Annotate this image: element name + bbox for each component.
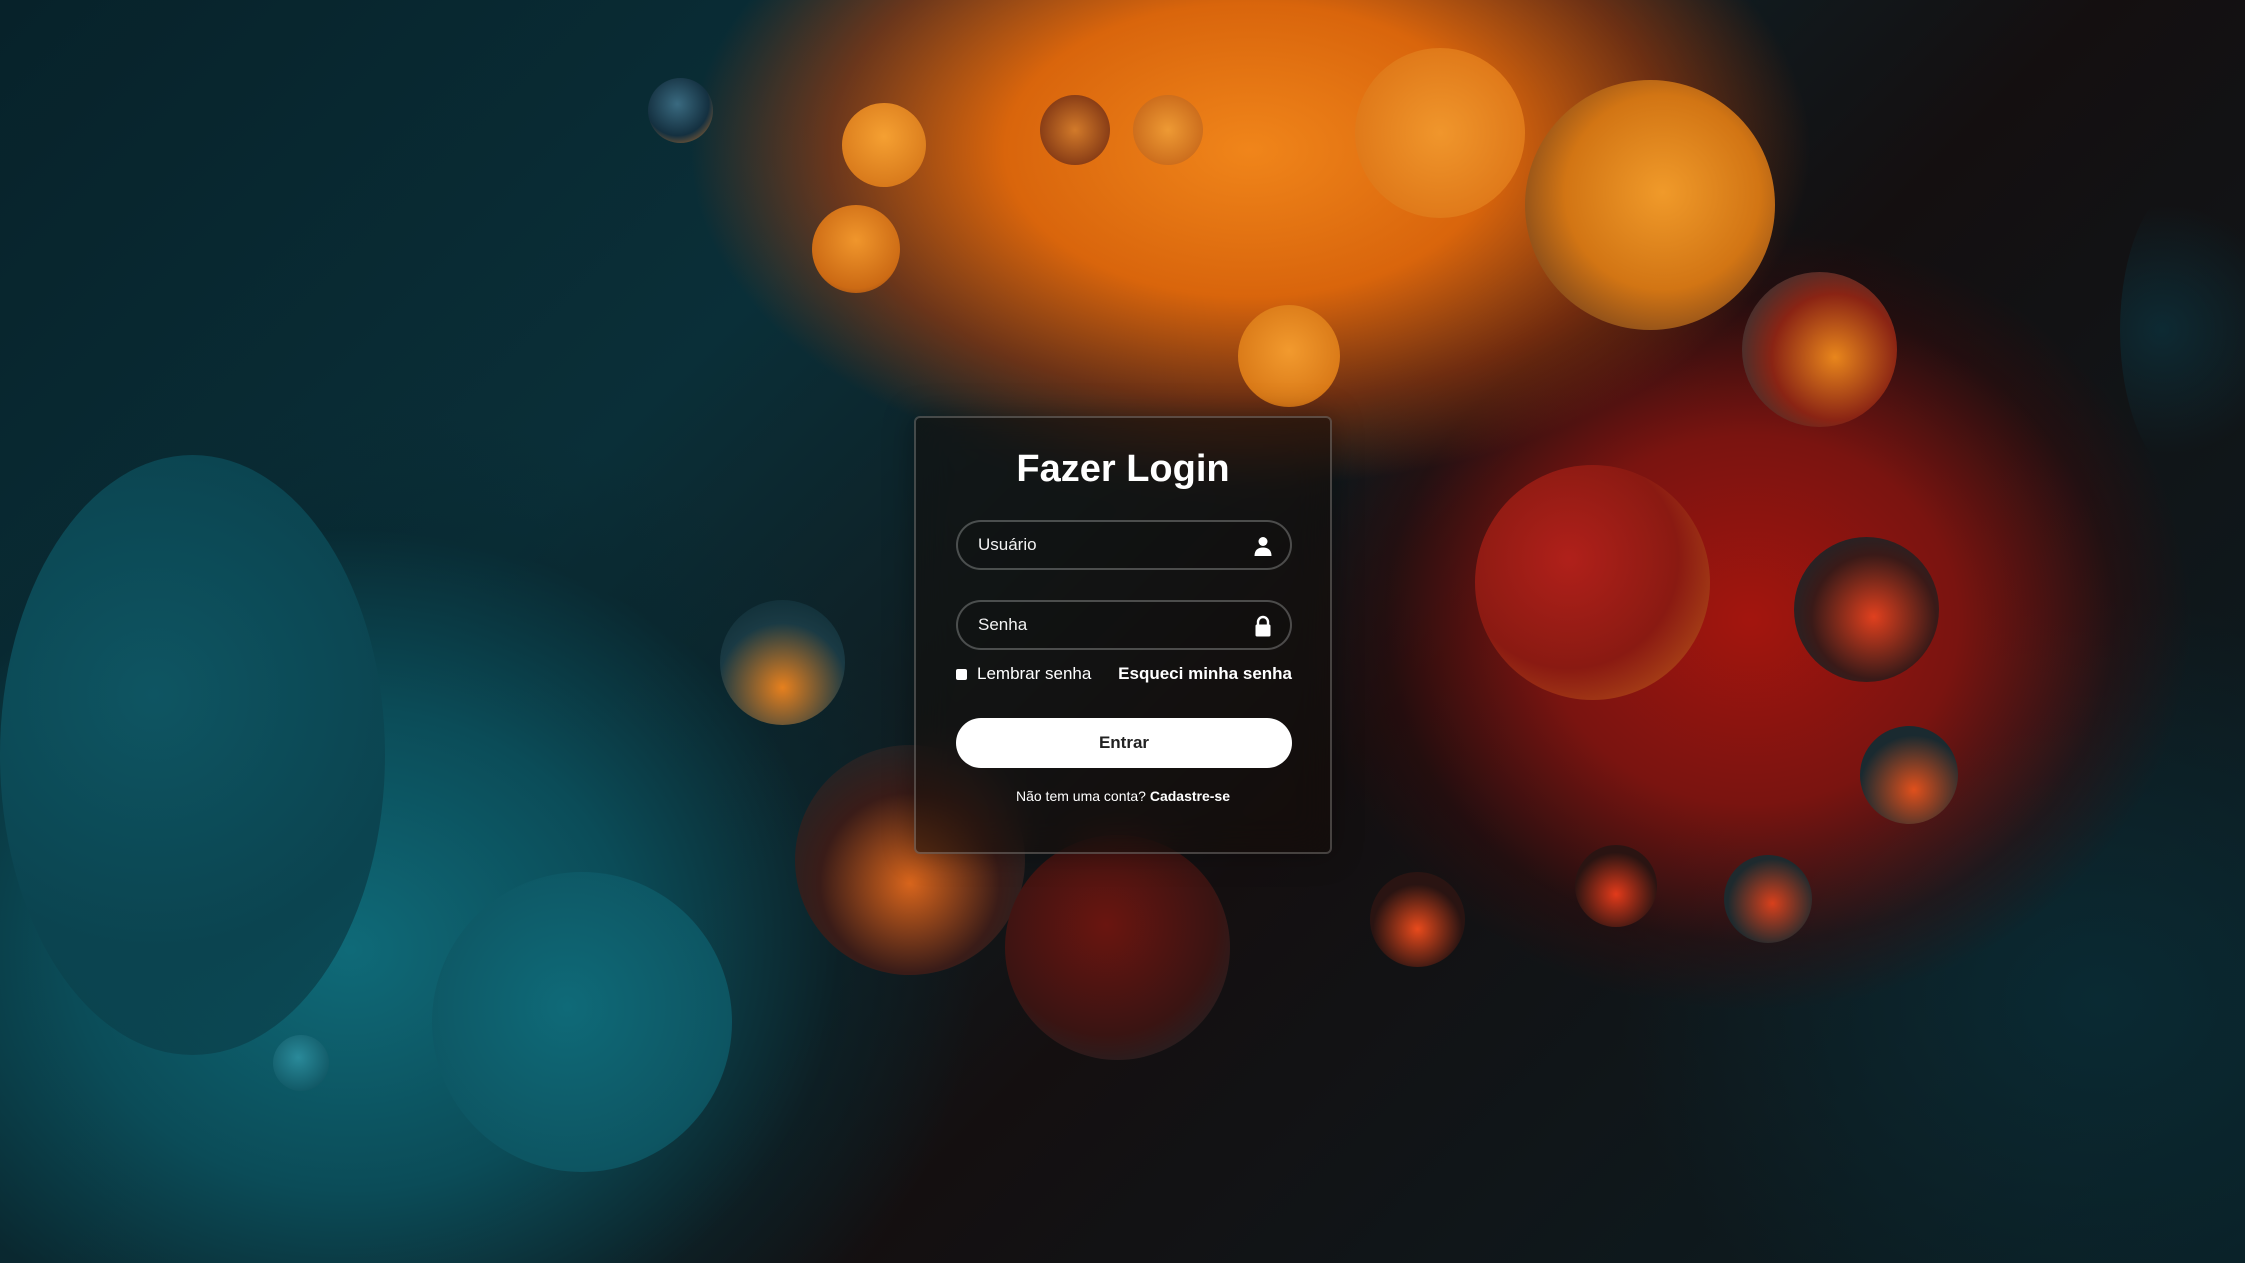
bubble-decoration [1238,305,1340,407]
bubble-decoration [1005,835,1230,1060]
signup-prompt-text: Não tem uma conta? [1015,788,1146,804]
bubble-decoration [273,1035,329,1091]
forgot-password-link[interactable]: Esqueci minha senha [1118,664,1292,684]
bubble-decoration [1742,272,1897,427]
bubble-decoration [432,872,732,1172]
remember-checkbox[interactable] [956,668,967,680]
login-card: Fazer Login Lembrar senha Esqueci minha … [914,416,1332,854]
bubble-decoration [842,103,926,187]
bubble-decoration [1860,726,1958,824]
signup-link[interactable]: Cadastre-se [1150,788,1230,804]
bubble-decoration [0,455,385,1055]
bubble-decoration [1575,845,1657,927]
username-input[interactable] [978,522,1248,568]
bubble-decoration [1525,80,1775,330]
bubble-decoration [720,600,845,725]
bubble-decoration [1724,855,1812,943]
remember-label: Lembrar senha [977,664,1092,683]
bubble-decoration [2120,180,2245,480]
bubble-decoration [812,205,900,293]
username-field[interactable] [956,520,1292,570]
bubble-decoration [1133,95,1203,165]
signup-prompt: Não tem uma conta? Cadastre-se [916,788,1330,804]
password-field[interactable] [956,600,1292,650]
bubble-decoration [1040,95,1110,165]
bubble-decoration [648,78,713,143]
login-title: Fazer Login [1016,448,1230,490]
bubble-decoration [1355,48,1525,218]
remember-forgot-row: Lembrar senha Esqueci minha senha [956,664,1292,686]
user-icon [1252,535,1274,557]
bubble-decoration [1370,872,1465,967]
remember-checkbox-label[interactable]: Lembrar senha [956,664,1091,684]
lock-icon [1252,615,1274,637]
login-button[interactable]: Entrar [956,718,1292,768]
bubble-decoration [1794,537,1939,682]
bubble-decoration [1475,465,1710,700]
password-input[interactable] [978,602,1248,648]
